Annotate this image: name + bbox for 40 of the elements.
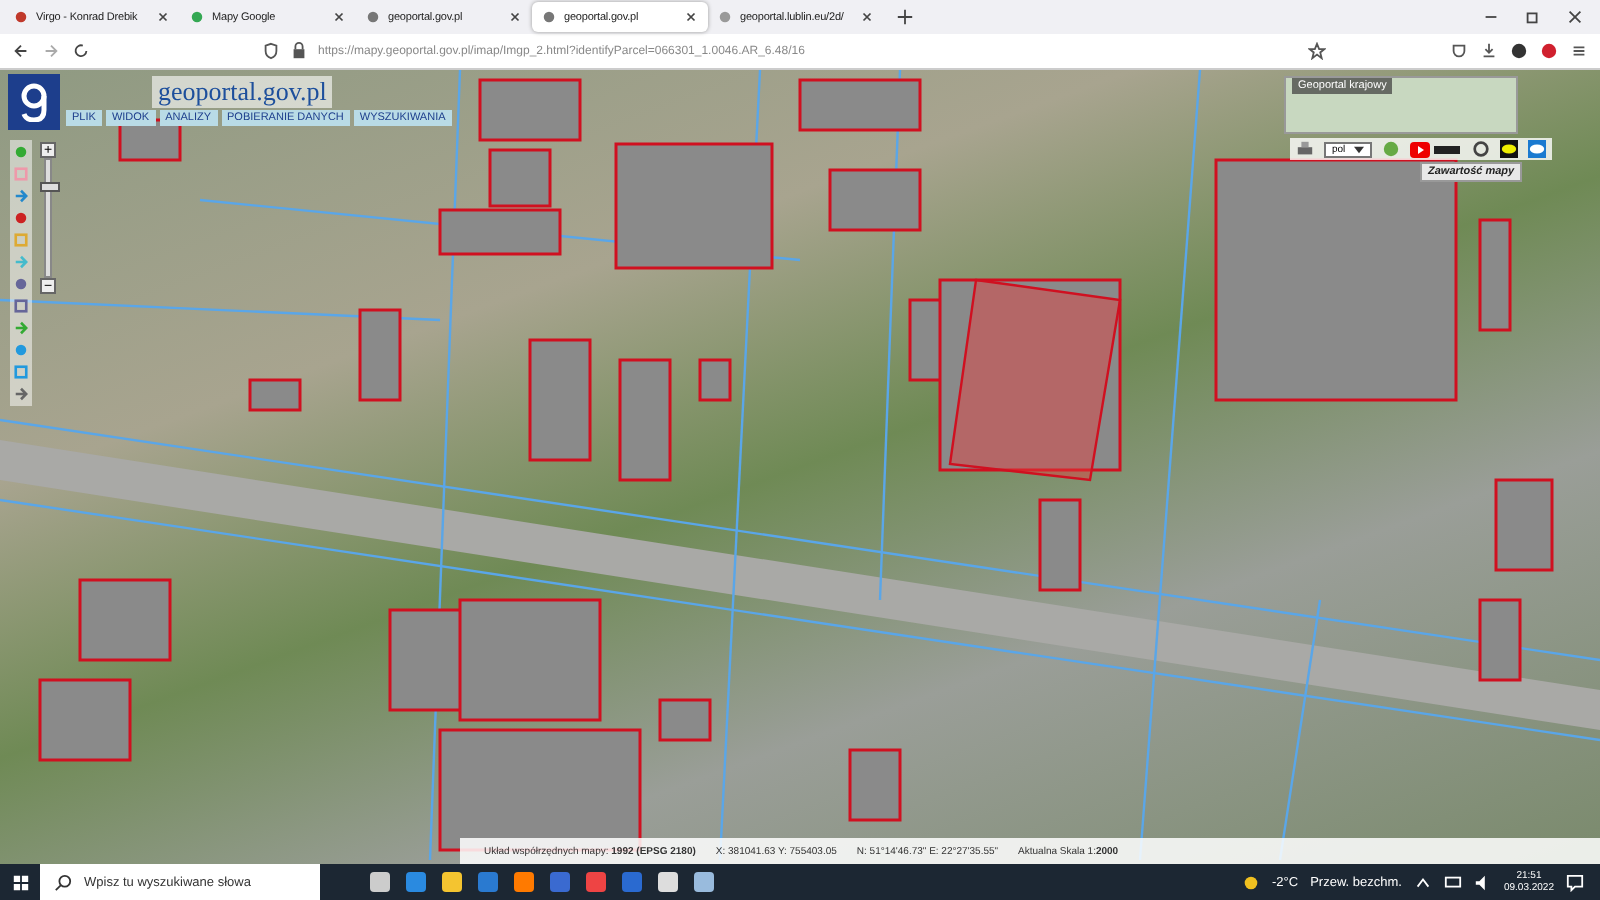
site-icon [366, 10, 380, 24]
taskbar-app-icon[interactable] [440, 870, 464, 894]
taskbar-app-icon[interactable] [512, 870, 536, 894]
weather-icon [1242, 873, 1260, 891]
caret-icon[interactable] [1353, 145, 1364, 153]
close-tab-icon[interactable] [332, 10, 346, 24]
restore-icon[interactable] [1524, 8, 1542, 26]
close-tab-icon[interactable] [684, 10, 698, 24]
lock-icon [290, 42, 308, 60]
site-icon [718, 10, 732, 24]
close-tab-icon[interactable] [508, 10, 522, 24]
star-icon[interactable] [1308, 42, 1326, 60]
logo-icon[interactable] [8, 74, 60, 130]
notification-icon[interactable] [1566, 873, 1584, 891]
close-tab-icon[interactable] [860, 10, 874, 24]
shield-icon[interactable] [262, 42, 280, 60]
overview-map-placeholder[interactable] [1284, 76, 1518, 134]
search-icon [54, 873, 72, 891]
taskbar-app-icon[interactable] [656, 870, 680, 894]
close-tab-icon[interactable] [156, 10, 170, 24]
back-arrow-icon[interactable] [12, 42, 30, 60]
close-icon[interactable] [1566, 8, 1584, 26]
network-icon[interactable] [1443, 873, 1462, 891]
map-tool-icon[interactable] [14, 386, 28, 402]
pocket-icon[interactable] [1450, 42, 1468, 60]
site-icon [190, 10, 204, 24]
site-icon [542, 10, 556, 24]
windows-start-icon[interactable] [11, 873, 29, 891]
zoom-slider-thumb[interactable] [40, 181, 60, 192]
new-tab-icon[interactable] [896, 8, 914, 26]
site-icon [14, 10, 28, 24]
print-icon[interactable] [1296, 140, 1314, 158]
taskbar-app-icon[interactable] [692, 870, 716, 894]
chevron-up-icon[interactable] [1413, 873, 1432, 891]
menu-icon[interactable] [1570, 42, 1588, 60]
download-icon[interactable] [1480, 42, 1498, 60]
video-logo-icon[interactable] [1409, 141, 1462, 157]
taskbar-app-icon[interactable] [368, 870, 392, 894]
site-logo-text: geoportal.gov.pl [152, 76, 333, 108]
reload-icon[interactable] [72, 42, 90, 60]
